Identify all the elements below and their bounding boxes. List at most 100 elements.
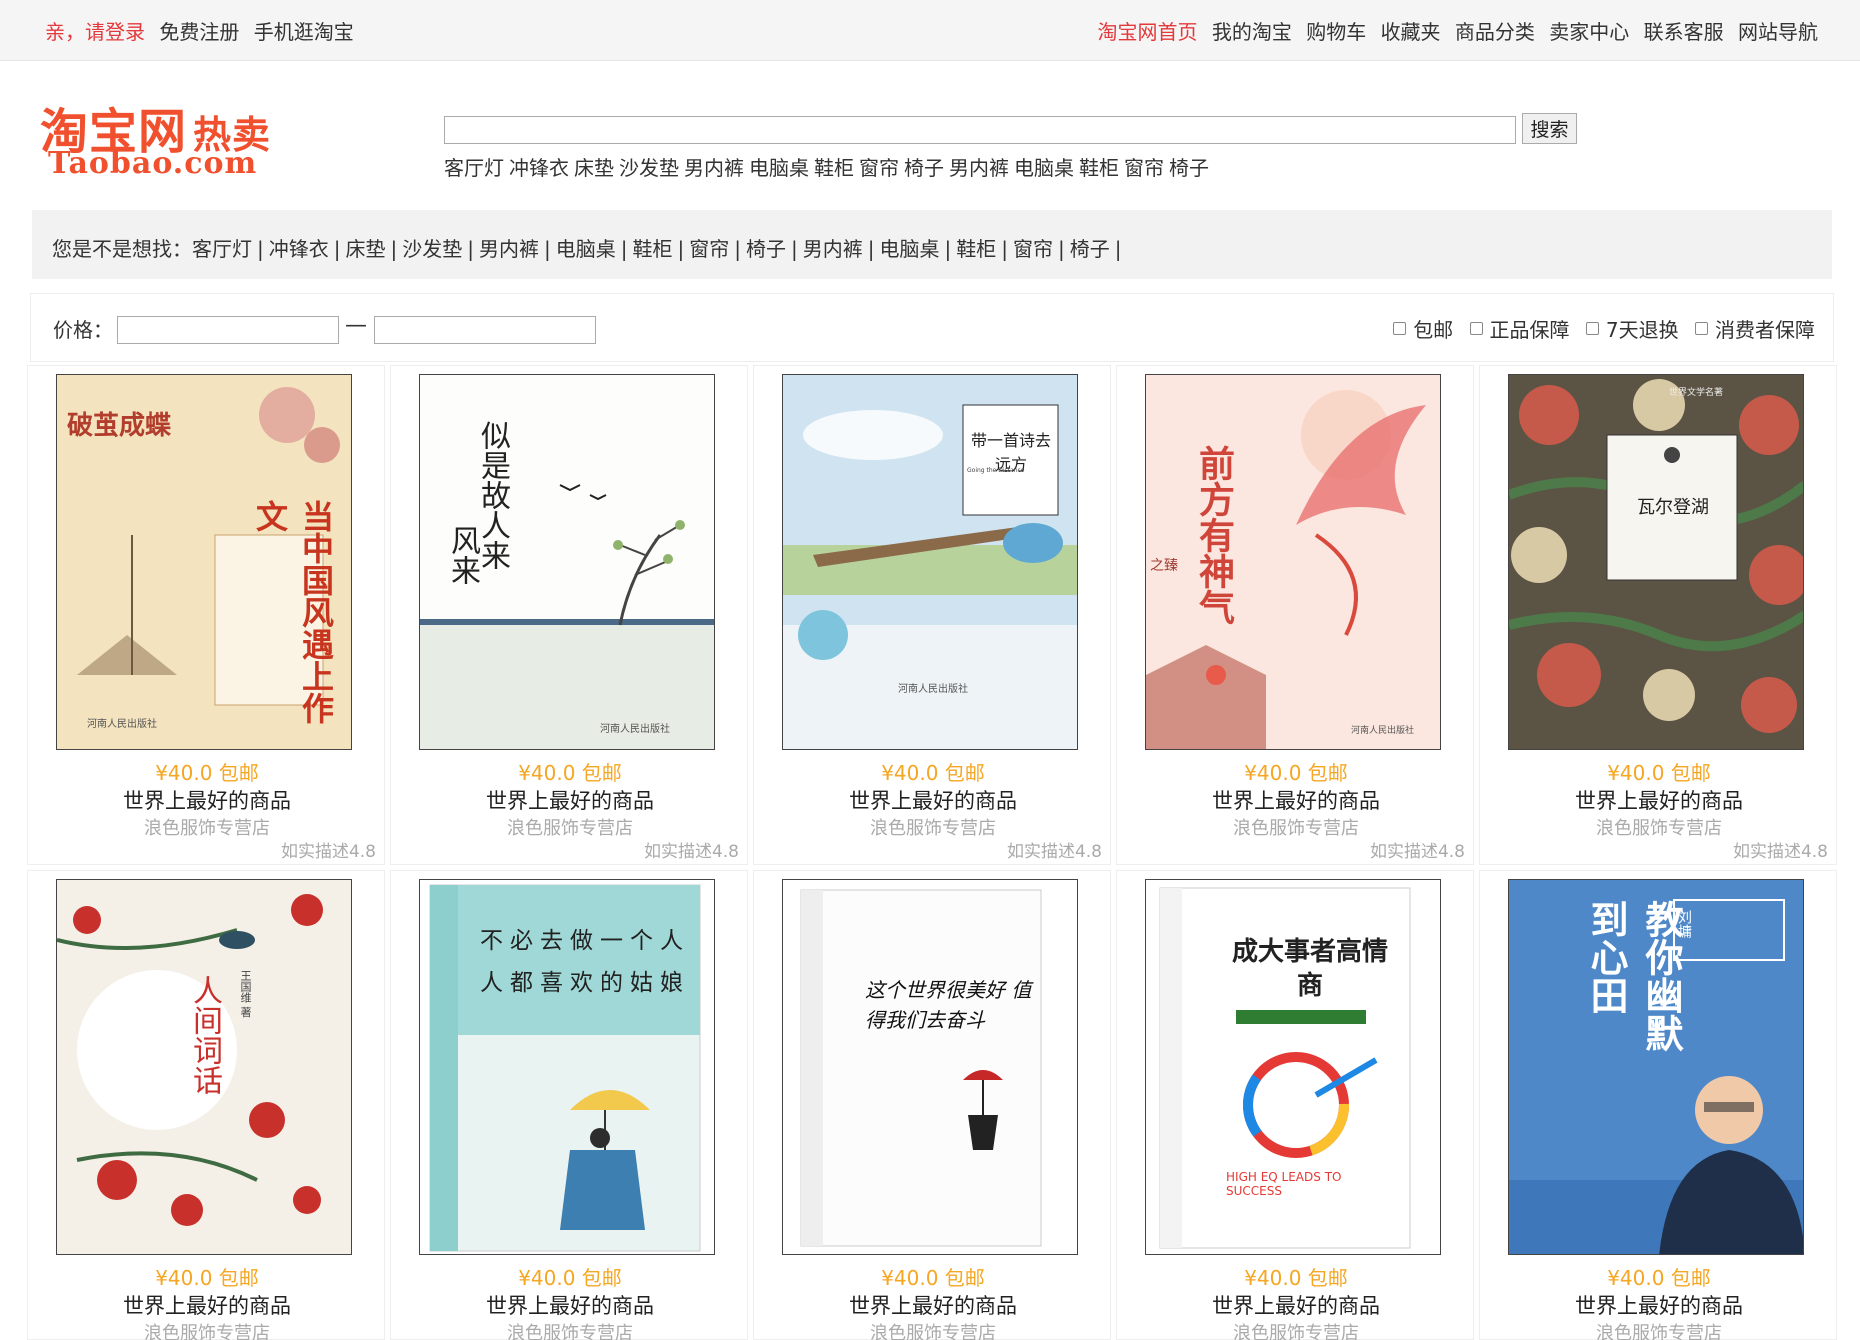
product-price: ¥40.0 包邮 xyxy=(1244,761,1348,785)
book-cover-image[interactable]: 这个世界很美好 值得我们去奋斗 xyxy=(782,879,1078,1255)
suggestion-item[interactable]: 窗帘 xyxy=(1013,237,1053,261)
product-title[interactable]: 世界上最好的商品 xyxy=(1117,1290,1475,1320)
hot-word[interactable]: 床垫 xyxy=(574,156,614,180)
product-title[interactable]: 世界上最好的商品 xyxy=(391,785,749,815)
nav-link-sitemap[interactable]: 网站导航 xyxy=(1738,20,1818,44)
product-card[interactable]: 似是故人来 风来 河南人民出版社 ¥40.0 包邮 世界上最好的商品 浪色服饰专… xyxy=(390,365,748,865)
product-card[interactable]: 瓦尔登湖 世界文学名著 ¥40.0 包邮 世界上最好的商品 浪色服饰专营店 如实… xyxy=(1479,365,1837,865)
nav-link-favorites[interactable]: 收藏夹 xyxy=(1381,20,1441,44)
product-card[interactable]: 带一首诗去远方 Going the Distance 河南人民出版社 ¥40.0… xyxy=(753,365,1111,865)
suggestion-item[interactable]: 沙发垫 xyxy=(402,237,462,261)
suggestion-item[interactable]: 椅子 xyxy=(746,237,786,261)
hot-word[interactable]: 窗帘 xyxy=(859,156,899,180)
hot-word[interactable]: 客厅灯 xyxy=(444,156,504,180)
description-rating: 如实描述4.8 xyxy=(1732,842,1828,862)
product-card[interactable]: 前方有神气 之臻 河南人民出版社 ¥40.0 包邮 世界上最好的商品 浪色服饰专… xyxy=(1116,365,1474,865)
hot-word[interactable]: 冲锋衣 xyxy=(509,156,569,180)
book-cover-image[interactable]: 前方有神气 之臻 河南人民出版社 xyxy=(1145,374,1441,750)
product-title[interactable]: 世界上最好的商品 xyxy=(1480,1290,1838,1320)
product-card[interactable]: 这个世界很美好 值得我们去奋斗 ¥40.0 包邮 世界上最好的商品 浪色服饰专营… xyxy=(753,870,1111,1340)
suggestion-item[interactable]: 鞋柜 xyxy=(633,237,673,261)
seven-day-return-checkbox[interactable]: 7天退换 xyxy=(1585,314,1679,343)
book-cover-image[interactable]: 教你幽默到心田 刘墉 xyxy=(1508,879,1804,1255)
cover-art xyxy=(800,889,1042,1247)
suggestion-item[interactable]: 冲锋衣 xyxy=(269,237,329,261)
book-cover-image[interactable]: 瓦尔登湖 世界文学名著 xyxy=(1508,374,1804,750)
suggestion-item[interactable]: 男内裤 xyxy=(803,237,863,261)
shop-name[interactable]: 浪色服饰专营店 xyxy=(754,1319,1112,1340)
product-title[interactable]: 世界上最好的商品 xyxy=(1117,785,1475,815)
checkbox-box[interactable] xyxy=(1469,322,1483,335)
hot-word[interactable]: 椅子 xyxy=(904,156,944,180)
product-price: ¥40.0 包邮 xyxy=(881,761,985,785)
price-min-input[interactable] xyxy=(117,316,339,344)
nav-link-cart[interactable]: 购物车 xyxy=(1306,20,1366,44)
checkbox-box[interactable] xyxy=(1393,322,1407,335)
book-cover-image[interactable]: 不必去做一个人人都喜欢的姑娘 xyxy=(419,879,715,1255)
nav-link-my-taobao[interactable]: 我的淘宝 xyxy=(1212,20,1292,44)
product-title[interactable]: 世界上最好的商品 xyxy=(28,1290,386,1320)
checkbox-label: 正品保障 xyxy=(1489,318,1570,342)
book-cover-image[interactable]: 人间词话 王国维 著 xyxy=(56,879,352,1255)
nav-link-seller[interactable]: 卖家中心 xyxy=(1549,20,1629,44)
cover-subtitle: 世界文学名著 xyxy=(1669,388,1724,398)
book-cover-image[interactable]: 成大事者高情商 HIGH EQ LEADS TO SUCCESS xyxy=(1145,879,1441,1255)
suggestion-item[interactable]: 窗帘 xyxy=(689,237,729,261)
product-price: ¥40.0 包邮 xyxy=(155,761,259,785)
free-shipping-checkbox[interactable]: 包邮 xyxy=(1393,314,1453,343)
cover-publisher: 河南人民出版社 xyxy=(600,724,670,735)
product-title[interactable]: 世界上最好的商品 xyxy=(391,1290,749,1320)
product-card[interactable]: 不必去做一个人人都喜欢的姑娘 ¥40.0 包邮 世界上最好的商品 浪色服饰专营店 xyxy=(390,870,748,1340)
suggestion-item[interactable]: 客厅灯 xyxy=(192,237,252,261)
checkbox-box[interactable] xyxy=(1585,322,1599,335)
shop-name[interactable]: 浪色服饰专营店 xyxy=(391,1319,749,1340)
search-input[interactable] xyxy=(444,116,1516,144)
suggestion-item[interactable]: 男内裤 xyxy=(479,237,539,261)
cover-title: 瓦尔登湖 xyxy=(1637,497,1709,518)
suggestion-item[interactable]: 椅子 xyxy=(1070,237,1110,261)
price-max-input[interactable] xyxy=(374,316,596,344)
book-cover-image[interactable]: 带一首诗去远方 Going the Distance 河南人民出版社 xyxy=(782,374,1078,750)
checkbox-box[interactable] xyxy=(1695,322,1708,335)
book-cover-image[interactable]: 似是故人来 风来 河南人民出版社 xyxy=(419,374,715,750)
register-link[interactable]: 免费注册 xyxy=(159,20,239,44)
product-card[interactable]: 人间词话 王国维 著 ¥40.0 包邮 世界上最好的商品 浪色服饰专营店 xyxy=(27,870,385,1340)
cover-subtitle: 之臻 xyxy=(1150,558,1178,574)
nav-link-home[interactable]: 淘宝网首页 xyxy=(1097,20,1197,44)
book-cover-image[interactable]: 破茧成蝶 当中国风遇上作文 河南人民出版社 xyxy=(56,374,352,750)
shop-name[interactable]: 浪色服饰专营店 xyxy=(1480,1319,1838,1340)
suggestion-item[interactable]: 电脑桌 xyxy=(880,237,940,261)
product-title[interactable]: 世界上最好的商品 xyxy=(754,785,1112,815)
hot-word[interactable]: 男内裤 xyxy=(949,156,1009,180)
suggestion-item[interactable]: 鞋柜 xyxy=(956,237,996,261)
taobao-logo[interactable]: 淘宝网 热卖 Taobao.com xyxy=(40,92,340,187)
mobile-link[interactable]: 手机逛淘宝 xyxy=(254,20,354,44)
hot-word[interactable]: 电脑桌 xyxy=(749,156,809,180)
cover-subtitle: 风来 xyxy=(445,525,480,585)
cover-title: 成大事者高情商 xyxy=(1231,937,1388,1001)
suggestion-item[interactable]: 床垫 xyxy=(346,237,386,261)
hot-word[interactable]: 鞋柜 xyxy=(814,156,854,180)
hot-word[interactable]: 男内裤 xyxy=(684,156,744,180)
shop-name[interactable]: 浪色服饰专营店 xyxy=(1117,1319,1475,1340)
product-card[interactable]: 成大事者高情商 HIGH EQ LEADS TO SUCCESS ¥40.0 包… xyxy=(1116,870,1474,1340)
consumer-protection-checkbox[interactable]: 消费者保障 xyxy=(1695,314,1815,343)
hot-word[interactable]: 沙发垫 xyxy=(619,156,679,180)
nav-link-service[interactable]: 联系客服 xyxy=(1644,20,1724,44)
nav-link-categories[interactable]: 商品分类 xyxy=(1455,20,1535,44)
product-title[interactable]: 世界上最好的商品 xyxy=(754,1290,1112,1320)
hot-word[interactable]: 电脑桌 xyxy=(1014,156,1074,180)
product-card[interactable]: 教你幽默到心田 刘墉 ¥40.0 包邮 世界上最好的商品 浪色服饰专营店 xyxy=(1479,870,1837,1340)
shop-name[interactable]: 浪色服饰专营店 xyxy=(28,1319,386,1340)
hot-word[interactable]: 鞋柜 xyxy=(1079,156,1119,180)
hot-word[interactable]: 椅子 xyxy=(1169,156,1209,180)
product-card[interactable]: 破茧成蝶 当中国风遇上作文 河南人民出版社 ¥40.0 包邮 世界上最好的商品 … xyxy=(27,365,385,865)
cover-art xyxy=(1509,379,1803,733)
search-button[interactable]: 搜索 xyxy=(1522,113,1577,144)
product-title[interactable]: 世界上最好的商品 xyxy=(1480,785,1838,815)
authentic-checkbox[interactable]: 正品保障 xyxy=(1469,314,1570,343)
suggestion-item[interactable]: 电脑桌 xyxy=(556,237,616,261)
hot-word[interactable]: 窗帘 xyxy=(1124,156,1164,180)
login-link[interactable]: 亲，请登录 xyxy=(45,20,145,44)
product-title[interactable]: 世界上最好的商品 xyxy=(28,785,386,815)
